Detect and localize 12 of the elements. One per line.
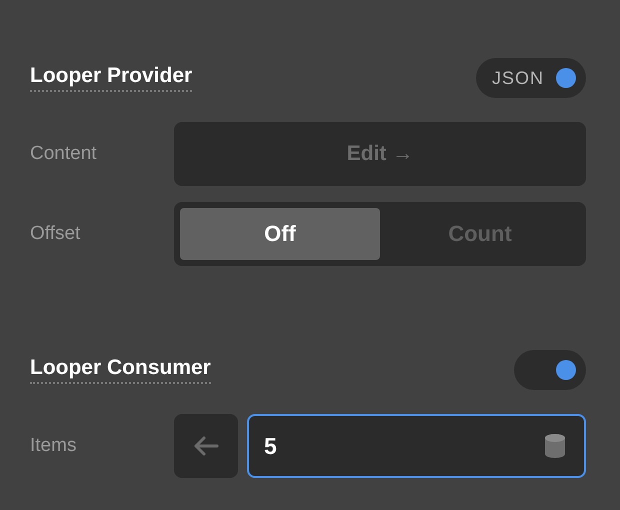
toggle-switch[interactable] <box>514 350 586 390</box>
row-label: Offset <box>30 223 82 245</box>
section-title: Looper Consumer <box>30 356 211 384</box>
number-field[interactable]: 5 <box>247 414 586 478</box>
back-button[interactable] <box>174 414 238 478</box>
section-title: Looper Provider <box>30 64 192 92</box>
row-label: Items <box>30 435 78 457</box>
toggle-switch[interactable]: JSON <box>476 58 586 98</box>
left-arrow-icon <box>193 436 219 456</box>
segment-option[interactable]: Off <box>180 208 380 260</box>
row-label: Content <box>30 143 98 165</box>
database-icon <box>544 433 566 459</box>
